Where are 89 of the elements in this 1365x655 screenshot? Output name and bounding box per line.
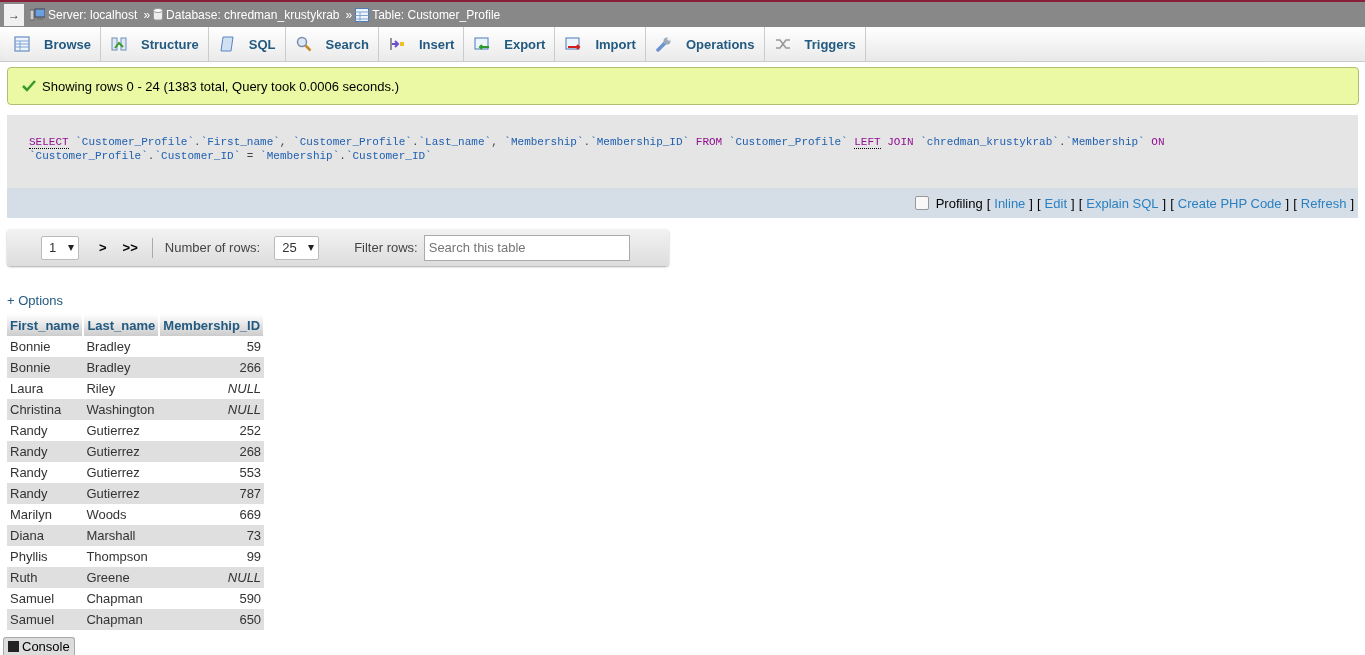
next-button[interactable]: > xyxy=(93,240,113,255)
table-cell: 268 xyxy=(159,441,265,462)
search-icon xyxy=(295,36,312,52)
computer-icon xyxy=(30,8,45,21)
breadcrumb-link[interactable]: Database: chredman_krustykrab xyxy=(166,7,340,22)
table-cell: Gutierrez xyxy=(83,462,160,483)
table-cell: 99 xyxy=(159,546,265,567)
dropdown-arrow-icon xyxy=(68,244,74,251)
profiling-checkbox[interactable] xyxy=(914,196,929,210)
collapse-toggle[interactable]: → xyxy=(4,3,24,26)
bracket: [ xyxy=(1036,195,1041,211)
filter-field[interactable]: Search this table xyxy=(423,234,630,261)
table-cell: 553 xyxy=(159,462,265,483)
export-icon xyxy=(474,36,491,52)
table-cell: Greene xyxy=(83,567,160,588)
console-button[interactable]: Console xyxy=(3,637,75,655)
message-text: Showing rows 0 - 24 (1383 total, Query took 0.0006 seconds.) xyxy=(42,78,399,94)
table-icon xyxy=(14,36,30,52)
table-icon xyxy=(355,7,370,22)
table-cell: Samuel xyxy=(7,609,84,630)
table-cell: Thompson xyxy=(83,546,160,567)
bracket: ] xyxy=(1350,195,1354,211)
table-cell: 650 xyxy=(159,609,265,630)
breadcrumb-separator: » xyxy=(345,7,353,22)
database-icon xyxy=(153,8,164,21)
dropdown-arrow-icon xyxy=(308,244,315,251)
column-header[interactable]: Last_name xyxy=(83,314,160,336)
table-cell: Diana xyxy=(7,525,84,546)
last-button[interactable]: >> xyxy=(116,240,144,255)
table-cell: Bonnie xyxy=(7,357,84,378)
table-cell: Randy xyxy=(7,483,84,504)
table-cell: 590 xyxy=(159,588,265,609)
table-cell: Marshall xyxy=(83,525,160,546)
table-cell: Gutierrez xyxy=(83,420,160,441)
table-cell: Randy xyxy=(7,420,84,441)
wrench-icon xyxy=(655,36,672,52)
rows-select[interactable]: 25 xyxy=(274,235,320,260)
rows-label: Number of rows: xyxy=(164,240,261,255)
table-cell: Gutierrez xyxy=(83,441,160,462)
structure-icon xyxy=(110,36,127,52)
scroll-icon xyxy=(218,36,235,52)
table-cell: Samuel xyxy=(7,588,84,609)
table-cell: Bonnie xyxy=(7,336,84,357)
check-icon xyxy=(22,80,36,92)
table-cell: Christina xyxy=(7,399,84,420)
bracket: ] xyxy=(1029,195,1033,211)
import-icon xyxy=(565,36,582,52)
insert-icon xyxy=(388,36,405,52)
breadcrumb-link[interactable]: Server: localhost xyxy=(48,7,138,22)
bracket: [ xyxy=(1078,195,1083,211)
table-cell: Phyllis xyxy=(7,546,84,567)
breadcrumb-link[interactable]: Table: Customer_Profile xyxy=(372,7,501,22)
page-select[interactable]: 1 xyxy=(41,235,79,260)
table-cell: Chapman xyxy=(83,609,160,630)
bracket: ] xyxy=(1071,195,1075,211)
table-cell: Laura xyxy=(7,378,84,399)
table-cell: Gutierrez xyxy=(83,483,160,504)
table-cell: Bradley xyxy=(83,336,160,357)
table-cell: Chapman xyxy=(83,588,160,609)
table-cell: 73 xyxy=(159,525,265,546)
bracket: [ xyxy=(1293,195,1297,211)
table-cell: 787 xyxy=(159,483,265,504)
table-cell: Randy xyxy=(7,441,84,462)
table-cell: NULL xyxy=(159,378,265,399)
filter-label: Filter rows: xyxy=(354,240,418,255)
options-link[interactable]: + Options xyxy=(7,293,63,308)
table-cell: 669 xyxy=(159,504,265,525)
table-cell: Bradley xyxy=(83,357,160,378)
table-cell: Riley xyxy=(83,378,160,399)
sql-query: SELECT `Customer_Profile`.`First_name`, `Customer_Profile`.`Last_name`, `Membership`.`Membership_ID` FROM `Customer_Profile` LEFT JOIN `chredman_krustykrab`.`Membership` ON `Customer_Profile`.`Customer_ID` = `Membership`.`Customer_ID` xyxy=(29,135,1166,163)
table-cell: 266 xyxy=(159,357,265,378)
table-cell: 59 xyxy=(159,336,265,357)
bracket: ] xyxy=(1285,195,1290,211)
table-cell: NULL xyxy=(159,567,265,588)
table-cell: Washington xyxy=(83,399,160,420)
table-cell: Randy xyxy=(7,462,84,483)
table-cell: 252 xyxy=(159,420,265,441)
bracket: ] xyxy=(1162,195,1167,211)
breadcrumb-separator: » xyxy=(143,7,151,22)
table-cell: NULL xyxy=(159,399,265,420)
table-cell: Ruth xyxy=(7,567,84,588)
column-header[interactable]: Membership_ID xyxy=(159,314,265,336)
table-cell: Marilyn xyxy=(7,504,84,525)
bracket: [ xyxy=(1170,195,1174,211)
column-header[interactable]: First_name xyxy=(7,314,84,336)
bracket: [ xyxy=(986,195,991,211)
shuffle-icon xyxy=(774,36,791,52)
table-cell: Woods xyxy=(83,504,160,525)
profiling-label: Profiling xyxy=(935,195,983,211)
